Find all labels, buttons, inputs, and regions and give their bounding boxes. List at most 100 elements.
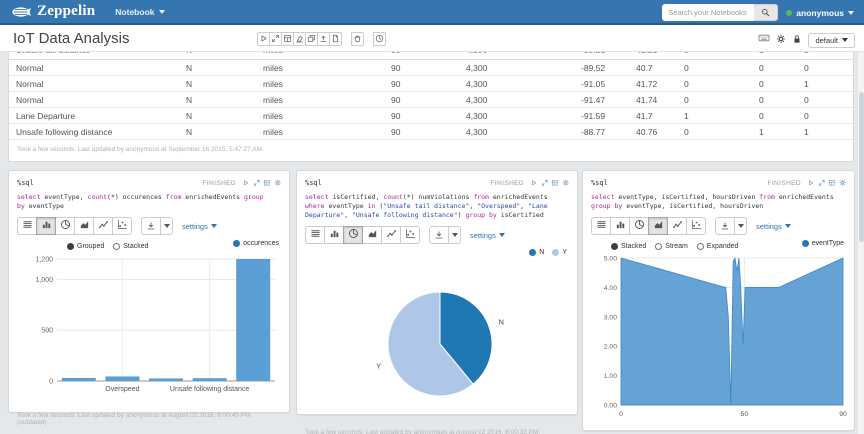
bar-chart-button[interactable] [610,217,630,235]
file-button[interactable] [329,32,342,46]
note-titlebar: IoT Data Analysis default [0,25,864,52]
expand-icon[interactable] [818,179,826,187]
interpreter-directive[interactable]: %sql [591,179,608,187]
table-cell: N [179,124,256,140]
area-chart-button[interactable] [74,217,94,235]
table-cell: -88.77 [574,124,629,140]
mode-radio-stacked[interactable]: Stacked [611,243,646,250]
code-line: Departure", "Unsafe following distance")… [305,211,569,220]
result-table: Unsafe tail distanceNmiles904,300-90.214… [9,52,854,140]
line-chart-button[interactable] [381,226,401,244]
interpreter-directive[interactable]: %sql [17,179,34,187]
expand-icon[interactable] [253,179,261,187]
scatter-chart-button[interactable] [686,217,706,235]
trash-button[interactable] [351,32,364,46]
line-chart-button[interactable] [93,217,113,235]
table-cell: 1 [677,108,752,124]
radio-icon [67,243,74,250]
mode-radio-stacked[interactable]: Stacked [113,243,148,250]
download-button[interactable] [141,217,161,235]
download-options-button[interactable] [161,217,173,235]
expand-icon[interactable] [541,179,549,187]
table-cell: 0 [677,92,752,108]
status-badge: FINISHED [202,180,236,187]
notebook-menu[interactable]: Notebook [115,7,164,17]
search-button[interactable] [754,4,778,21]
chevron-down-icon [499,233,505,237]
legend-item-N[interactable]: N [529,249,544,256]
legend-item-occurences[interactable]: occurences [233,240,279,247]
download-options-button[interactable] [449,226,461,244]
clone-icon [307,30,316,48]
pie-chart-button[interactable] [55,217,75,235]
download-button[interactable] [429,226,449,244]
table-cell: 4,300 [459,124,574,140]
code-editor[interactable]: select eventType, count(*) occurences fr… [17,193,281,211]
table-cell: N [179,92,256,108]
note-config-gear-icon[interactable] [776,31,786,49]
pie-chart: NY [305,262,569,425]
gear-icon[interactable] [274,179,282,187]
paragraph-bar-chart: %sql FINISHED select eventType, count(*)… [8,170,290,413]
user-menu[interactable]: anonymous [786,8,854,18]
settings-link[interactable]: settings [756,222,791,231]
line-chart-button[interactable] [667,217,687,235]
bar-chart-button[interactable] [36,217,56,235]
table-cell: -91.47 [574,92,629,108]
settings-link[interactable]: settings [182,222,217,231]
book-icon[interactable] [828,179,836,187]
scatter-chart-button[interactable] [400,226,420,244]
area-chart-button[interactable] [362,226,382,244]
table-cell: N [179,52,256,55]
zeppelin-logo[interactable]: Zeppelin [0,3,105,20]
settings-label: settings [756,222,782,231]
gear-icon[interactable] [839,179,847,187]
chevron-down-icon [842,38,848,42]
download-options-button[interactable] [735,217,747,235]
play-icon[interactable] [807,179,815,187]
permissions-lock-icon[interactable] [792,31,802,49]
table-icon [310,226,321,244]
scatter-chart-button[interactable] [112,217,132,235]
code-editor[interactable]: select isCertified, count(*) numViolatio… [305,193,569,220]
download-button[interactable] [715,217,735,235]
book-icon[interactable] [551,179,559,187]
bar-chart-button[interactable] [324,226,344,244]
bar-chart-svg: 05001,0001,200OverspeedUnsafe following … [17,253,281,403]
code-editor[interactable]: select eventType, isCertified, hoursDriv… [591,193,846,211]
gear-icon[interactable] [562,179,570,187]
interpreter-directive[interactable]: %sql [305,179,322,187]
legend-item-Y[interactable]: Y [552,249,567,256]
table-chart-button[interactable] [305,226,325,244]
play-icon[interactable] [242,179,250,187]
vertical-scrollbar[interactable] [857,52,864,434]
table-cell: 0 [677,124,752,140]
settings-link[interactable]: settings [470,231,505,240]
note-title[interactable]: IoT Data Analysis [13,30,129,47]
pie-chart-button[interactable] [629,217,649,235]
clock-button[interactable] [373,32,386,46]
mode-radio-stream[interactable]: Stream [655,243,688,250]
svg-text:2.00: 2.00 [604,344,617,351]
book-icon[interactable] [263,179,271,187]
svg-text:0: 0 [619,411,623,418]
table-row: Unsafe following distanceNmiles904,300-8… [9,124,854,140]
interpreter-binding-button[interactable]: default [808,33,855,48]
logo-text: Zeppelin [37,3,95,20]
search-input[interactable] [662,4,754,21]
mode-radio-expanded[interactable]: Expanded [697,243,739,250]
table-cell: 1 [797,124,854,140]
toolbar-button-group [351,32,364,46]
expand-icon [271,30,280,48]
legend-item-eventType[interactable]: eventType [802,240,844,247]
area-chart-button[interactable] [648,217,668,235]
table-chart-button[interactable] [591,217,611,235]
play-icon[interactable] [530,179,538,187]
scrollbar-thumb[interactable] [859,92,864,242]
mode-radio-grouped[interactable]: Grouped [67,243,104,250]
table-chart-button[interactable] [17,217,37,235]
legend-label: Y [562,249,567,256]
pie-icon [60,217,71,235]
pie-chart-button[interactable] [343,226,363,244]
shortcuts-keyboard-icon[interactable] [758,31,770,49]
